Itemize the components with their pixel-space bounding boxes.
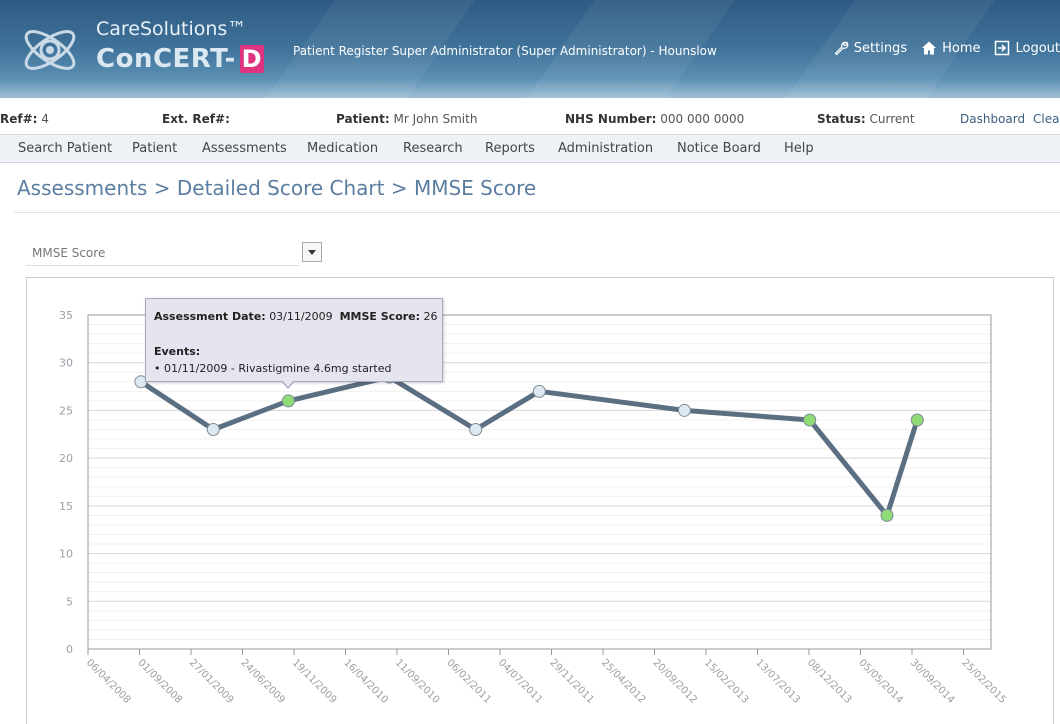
x-tick-label: 29/11/2011 [547, 657, 596, 706]
tooltip-event-item: • 01/11/2009 - Rivastigmine 4.6mg starte… [154, 362, 392, 375]
x-tick-label: 24/06/2009 [238, 657, 287, 706]
series-line [139, 374, 920, 518]
event-data-point [910, 413, 924, 427]
x-tick-label: 30/09/2014 [908, 657, 957, 706]
data-point [469, 423, 483, 437]
tooltip-pointer-fill [282, 380, 294, 387]
x-tick-label: 16/04/2010 [341, 657, 390, 706]
y-tick-label: 30 [59, 357, 73, 370]
y-tick-label: 5 [66, 595, 73, 608]
x-tick-label: 19/11/2009 [290, 657, 339, 706]
x-tick-label: 13/07/2013 [753, 657, 802, 706]
x-tick-label: 06/02/2011 [444, 657, 493, 706]
data-point [206, 423, 220, 437]
tooltip-score-label: MMSE Score: [339, 310, 421, 323]
data-point [677, 403, 691, 417]
x-tick-label: 06/04/2008 [84, 657, 133, 706]
y-tick-label: 20 [59, 452, 73, 465]
x-tick-label: 08/12/2013 [805, 657, 854, 706]
tooltip-date-label: Assessment Date: [154, 310, 266, 323]
x-tick-label: 05/05/2014 [856, 657, 905, 706]
tooltip-summary: Assessment Date: 03/11/2009 MMSE Score: … [154, 310, 438, 323]
x-tick-label: 25/04/2012 [599, 657, 648, 706]
data-point [532, 384, 546, 398]
y-tick-label: 25 [59, 404, 73, 417]
x-tick-label: 15/02/2013 [702, 657, 751, 706]
y-tick-label: 0 [66, 643, 73, 656]
x-tick-label: 25/02/2015 [959, 657, 1008, 706]
event-data-point [803, 413, 817, 427]
x-tick-label: 01/09/2008 [135, 657, 184, 706]
chart-tooltip: Assessment Date: 03/11/2009 MMSE Score: … [145, 298, 443, 382]
x-tick-label: 04/07/2011 [496, 657, 545, 706]
event-data-point [281, 394, 295, 408]
tooltip-events-label: Events: [154, 345, 201, 358]
y-tick-label: 15 [59, 500, 73, 513]
y-tick-label: 10 [59, 548, 73, 561]
tooltip-date-value: 03/11/2009 [269, 310, 333, 323]
y-tick-label: 35 [59, 309, 73, 322]
event-data-point [880, 508, 894, 522]
x-tick-label: 27/01/2009 [187, 657, 236, 706]
x-tick-label: 20/09/2012 [650, 657, 699, 706]
x-tick-label: 11/09/2010 [393, 657, 442, 706]
tooltip-score-value: 26 [423, 310, 438, 323]
